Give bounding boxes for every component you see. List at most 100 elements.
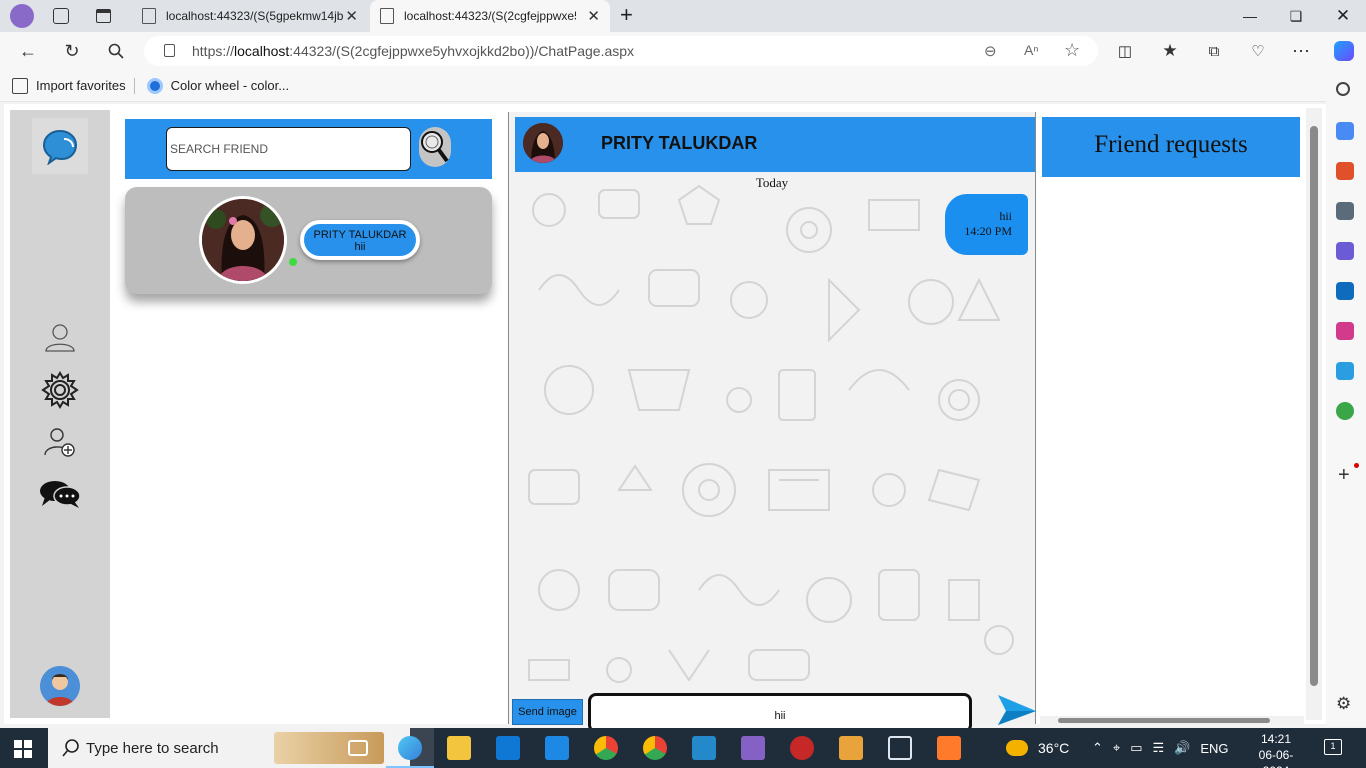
mail-icon[interactable] bbox=[545, 736, 569, 760]
message-text: hii bbox=[999, 209, 1012, 223]
color-wheel-icon bbox=[146, 77, 163, 94]
add-sidebar-app-icon[interactable]: + bbox=[1338, 464, 1350, 487]
workspaces-icon[interactable] bbox=[53, 8, 69, 24]
divider bbox=[133, 77, 135, 94]
favorites-bar: Import favorites Color wheel - color... bbox=[0, 70, 1366, 102]
microsoft-365-icon[interactable] bbox=[1336, 242, 1354, 260]
volume-icon[interactable]: 🔊 bbox=[1174, 740, 1190, 756]
close-window-button[interactable]: ✕ bbox=[1320, 0, 1366, 32]
chrome-icon[interactable] bbox=[643, 736, 667, 760]
favorite-star-icon[interactable]: ☆ bbox=[1064, 40, 1080, 61]
close-tab-icon[interactable]: ✕ bbox=[587, 7, 600, 25]
tab-active[interactable]: localhost:44323/(S(2cgfejppwxe5 ✕ bbox=[370, 0, 610, 32]
notification-dot bbox=[1354, 463, 1359, 468]
sidebar-settings-icon[interactable]: ⚙ bbox=[1336, 694, 1351, 714]
minimize-button[interactable]: — bbox=[1227, 0, 1273, 32]
chats-icon[interactable] bbox=[38, 474, 82, 514]
task-view-icon[interactable] bbox=[348, 740, 368, 756]
chevron-up-icon[interactable]: ⌃ bbox=[1092, 740, 1103, 756]
browser-tab-bar: localhost:44323/(S(5gpekmw14jb ✕ localho… bbox=[0, 0, 1366, 32]
friend-avatar bbox=[199, 196, 287, 284]
record-icon[interactable] bbox=[790, 736, 814, 760]
friend-requests-header: Friend requests bbox=[1042, 117, 1300, 177]
browser-essentials-icon[interactable]: ♡ bbox=[1243, 37, 1273, 65]
taskbar-clock[interactable]: 14:21 06-06-2024 bbox=[1246, 731, 1306, 768]
games-icon[interactable] bbox=[1336, 202, 1354, 220]
file-explorer-icon[interactable] bbox=[447, 736, 471, 760]
start-button[interactable] bbox=[14, 740, 32, 758]
import-favorites-link[interactable]: Import favorites bbox=[12, 77, 126, 94]
zoom-out-icon[interactable]: ⊖ bbox=[984, 42, 997, 60]
tab-actions-icon[interactable] bbox=[96, 9, 111, 23]
copilot-icon[interactable] bbox=[1329, 37, 1359, 65]
weather-sun-icon bbox=[1006, 740, 1028, 756]
search-button[interactable] bbox=[419, 127, 451, 167]
weather-widget[interactable]: 36°C bbox=[1006, 728, 1069, 768]
tab-title: localhost:44323/(S(5gpekmw14jb bbox=[166, 9, 344, 23]
search-icon[interactable] bbox=[101, 37, 131, 65]
wifi-icon[interactable]: ☴ bbox=[1153, 740, 1165, 756]
message-input[interactable]: hii bbox=[588, 693, 972, 733]
color-wheel-link[interactable]: Color wheel - color... bbox=[146, 77, 289, 94]
close-tab-icon[interactable]: ✕ bbox=[345, 7, 358, 25]
horizontal-scrollbar[interactable] bbox=[1040, 716, 1304, 724]
online-status-dot bbox=[289, 258, 297, 266]
add-friend-icon[interactable] bbox=[38, 422, 82, 462]
scrollbar-thumb[interactable] bbox=[1058, 718, 1270, 723]
telegram-icon[interactable] bbox=[1336, 362, 1354, 380]
designer-icon[interactable] bbox=[1336, 322, 1354, 340]
url-text: https://localhost:44323/(S(2cgfejppwxe5y… bbox=[192, 43, 635, 59]
collections-icon[interactable]: ⧉ bbox=[1199, 37, 1229, 65]
friend-last-message: hii bbox=[354, 241, 366, 253]
user-avatar[interactable] bbox=[40, 666, 80, 706]
address-bar[interactable]: https://localhost:44323/(S(2cgfejppwxe5y… bbox=[144, 36, 1098, 66]
tab-title: localhost:44323/(S(2cgfejppwxe5 bbox=[404, 9, 576, 23]
refresh-button[interactable]: ↻ bbox=[57, 37, 87, 65]
sidebar-search-icon[interactable] bbox=[1336, 82, 1350, 96]
language-indicator[interactable]: ENG bbox=[1200, 741, 1228, 756]
vertical-scrollbar[interactable] bbox=[1306, 108, 1322, 720]
send-image-button[interactable]: Send image bbox=[512, 699, 583, 725]
page-icon bbox=[142, 8, 156, 24]
paint-icon[interactable] bbox=[839, 736, 863, 760]
profile-icon[interactable] bbox=[38, 318, 82, 358]
contact-avatar bbox=[523, 123, 563, 163]
store-icon[interactable] bbox=[496, 736, 520, 760]
tree-icon[interactable] bbox=[1336, 402, 1354, 420]
visual-studio-icon[interactable] bbox=[741, 736, 765, 760]
back-button[interactable]: ← bbox=[13, 37, 43, 65]
friend-list-item[interactable]: PRITY TALUKDAR hii bbox=[125, 187, 492, 294]
profile-avatar-icon[interactable] bbox=[10, 4, 34, 28]
network-icon[interactable]: ⌖ bbox=[1113, 740, 1120, 756]
lock-icon[interactable] bbox=[164, 44, 175, 57]
notification-center-icon[interactable]: 1 bbox=[1324, 739, 1342, 755]
tab-inactive[interactable]: localhost:44323/(S(5gpekmw14jb ✕ bbox=[132, 0, 368, 32]
chrome-profile-icon[interactable] bbox=[594, 736, 618, 760]
scrollbar-thumb[interactable] bbox=[1310, 126, 1318, 686]
new-tab-button[interactable]: + bbox=[620, 2, 633, 28]
shopping-tag-icon[interactable] bbox=[1336, 122, 1354, 140]
more-menu-icon[interactable]: ⋯ bbox=[1286, 37, 1316, 65]
message-time: 14:20 PM bbox=[964, 224, 1012, 238]
friend-name-pill: PRITY TALUKDAR hii bbox=[300, 220, 420, 260]
date-divider: Today bbox=[755, 175, 789, 190]
battery-icon[interactable]: ▭ bbox=[1130, 740, 1142, 756]
send-message-icon[interactable] bbox=[996, 695, 1036, 725]
favorites-icon[interactable]: ★ bbox=[1155, 37, 1185, 65]
clock-date: 06-06-2024 bbox=[1258, 748, 1294, 768]
settings-gear-icon[interactable] bbox=[38, 370, 82, 410]
app-sidebar bbox=[10, 110, 110, 718]
split-screen-icon[interactable]: ◫ bbox=[1110, 37, 1140, 65]
read-aloud-icon[interactable]: Aⁿ bbox=[1024, 42, 1038, 58]
search-friend-input[interactable] bbox=[166, 127, 411, 171]
vscode-icon[interactable] bbox=[692, 736, 716, 760]
app-logo[interactable] bbox=[32, 118, 88, 174]
sublime-app-icon[interactable] bbox=[937, 736, 961, 760]
tools-icon[interactable] bbox=[1336, 162, 1354, 180]
3d-viewer-icon[interactable] bbox=[888, 736, 912, 760]
outlook-icon[interactable] bbox=[1336, 282, 1354, 300]
taskbar-search-icon bbox=[62, 739, 79, 757]
restore-button[interactable]: ❏ bbox=[1273, 0, 1319, 32]
page-icon bbox=[380, 8, 394, 24]
system-tray-icons[interactable]: ⌃ ⌖ ▭ ☴ 🔊 ENG bbox=[1092, 728, 1229, 768]
